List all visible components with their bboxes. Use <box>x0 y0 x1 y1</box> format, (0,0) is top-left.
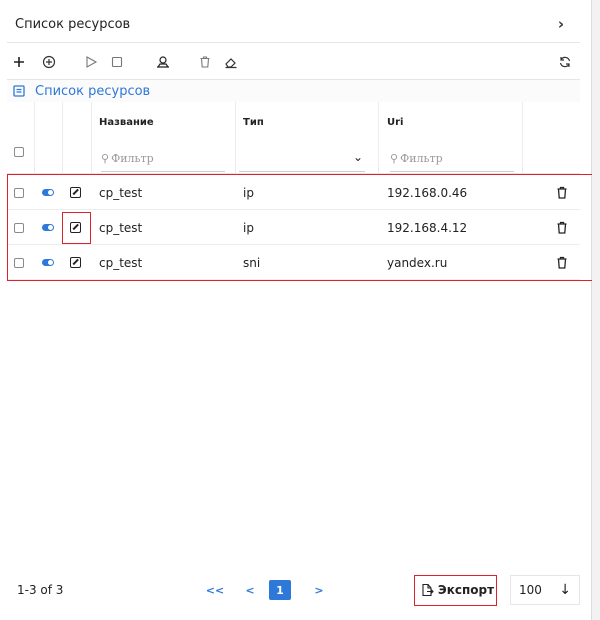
search-icon: ⚲ <box>101 152 110 165</box>
first-page-button[interactable]: << <box>205 580 225 600</box>
column-header-uri[interactable]: Uri <box>387 117 403 128</box>
panel-title: Список ресурсов <box>15 17 131 32</box>
trash-icon[interactable] <box>195 52 215 72</box>
prev-page-button[interactable]: < <box>243 580 257 600</box>
resource-list-panel: Список ресурсов › Список ресурсов Назван… <box>0 0 593 620</box>
play-icon[interactable] <box>81 52 101 72</box>
arrow-down-icon: ↓ <box>559 582 571 598</box>
column-header-type[interactable]: Тип <box>243 117 264 128</box>
panel-header: Список ресурсов › <box>7 7 580 43</box>
document-icon <box>13 85 25 97</box>
current-page-button[interactable]: 1 <box>269 580 291 600</box>
edit-highlight-box <box>62 212 91 244</box>
row-count: 1-3 of 3 <box>17 583 64 597</box>
hand-coin-icon[interactable] <box>153 52 173 72</box>
breadcrumb[interactable]: Список ресурсов <box>7 80 580 102</box>
chevron-down-icon: ⌄ <box>352 150 363 164</box>
search-icon: ⚲ <box>390 152 399 165</box>
column-header-name[interactable]: Название <box>99 117 154 128</box>
type-filter-select[interactable]: ⌄ <box>239 146 365 172</box>
breadcrumb-label[interactable]: Список ресурсов <box>35 84 150 99</box>
eraser-icon[interactable] <box>221 52 241 72</box>
refresh-icon[interactable] <box>555 52 575 72</box>
add-circle-icon[interactable] <box>39 52 59 72</box>
name-filter-placeholder: Фильтр <box>111 152 154 165</box>
rows-highlight-box <box>7 174 593 281</box>
plus-icon[interactable] <box>9 52 29 72</box>
select-all-checkbox[interactable] <box>14 147 24 157</box>
uri-filter-input[interactable]: ⚲ Фильтр <box>390 146 514 172</box>
page-size-value: 100 <box>519 583 542 597</box>
page-size-select[interactable]: 100 ↓ <box>510 575 580 605</box>
table-header: Название Тип Uri ⚲ Фильтр ⌄ ⚲ Фильтр <box>7 102 580 174</box>
chevron-right-icon[interactable]: › <box>558 15 564 33</box>
export-highlight-box <box>414 575 497 606</box>
stop-icon[interactable] <box>107 52 127 72</box>
next-page-button[interactable]: > <box>312 580 326 600</box>
toolbar <box>7 44 580 80</box>
scrollbar[interactable] <box>592 0 600 620</box>
uri-filter-placeholder: Фильтр <box>400 152 443 165</box>
name-filter-input[interactable]: ⚲ Фильтр <box>101 146 225 172</box>
